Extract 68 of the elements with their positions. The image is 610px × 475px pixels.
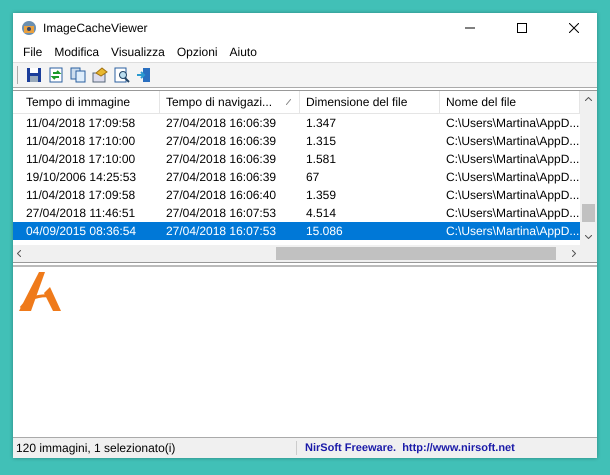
table-cell-text: 27/04/2018 16:06:39: [165, 133, 278, 150]
toolbar-button[interactable]: [114, 67, 130, 83]
toolbar-button[interactable]: [26, 67, 42, 83]
table-cell-text: 27/04/2018 16:06:39: [165, 115, 278, 132]
status-text: 120 immagini, 1 selezionato(i): [13, 441, 297, 455]
table-cell-text: C:\Users\Martina\AppD...: [445, 151, 580, 168]
table-cell-text: 27/04/2018 16:06:39: [165, 169, 278, 186]
exit-icon: [136, 67, 152, 83]
toolbar-button[interactable]: [48, 67, 64, 83]
table-cell-text: 27/04/2018 16:06:39: [165, 151, 278, 168]
table-cell-text: 11/04/2018 17:10:00: [25, 151, 136, 168]
table-row[interactable]: 19/10/2006 14:25:53 27/04/2018 16:06:39 67 C:\Users\Martina\AppD...: [13, 168, 580, 186]
menu-item[interactable]: Visualizza: [105, 45, 171, 59]
scroll-right-icon: [572, 250, 576, 257]
save-icon: [26, 67, 42, 83]
table-cell-text: 11/04/2018 17:09:58: [25, 115, 136, 132]
menu-item[interactable]: Aiuto: [224, 45, 263, 59]
credit-link[interactable]: NirSoft Freeware. http://www.nirsoft.net: [297, 442, 515, 454]
refresh-icon: [48, 67, 64, 83]
table-cell-text: C:\Users\Martina\AppD...: [445, 133, 580, 150]
table-cell-text: C:\Users\Martina\AppD...: [445, 187, 580, 204]
find-icon: [114, 67, 130, 83]
table-row[interactable]: 11/04/2018 17:09:58 27/04/2018 16:06:39 1.347 C:\Users\Martina\AppD...: [13, 114, 580, 132]
scroll-down-icon: [585, 235, 592, 239]
sort-indicator-icon: [286, 99, 292, 105]
table-cell-text: C:\Users\Martina\AppD...: [445, 223, 580, 240]
toolbar-button[interactable]: [136, 67, 152, 83]
table-row[interactable]: 11/04/2018 17:09:58 27/04/2018 16:06:40 1.359 C:\Users\Martina\AppD...: [13, 186, 580, 204]
table-cell-text: C:\Users\Martina\AppD...: [445, 169, 580, 186]
table-cell-text: 04/09/2015 08:36:54: [25, 223, 138, 240]
table-cell-text: 1.581: [305, 151, 338, 168]
horizontal-scrollbar[interactable]: [13, 245, 580, 262]
table-cell-text: 1.359: [305, 187, 338, 204]
close-icon: [569, 22, 579, 32]
table-cell-text: 15.086: [305, 223, 344, 240]
scroll-left-icon: [17, 250, 21, 257]
table-cell-text: 27/04/2018 16:07:53: [165, 223, 278, 240]
table-row[interactable]: 04/09/2015 08:36:54 27/04/2018 16:07:53 15.086 C:\Users\Martina\AppD...: [13, 222, 580, 240]
table-cell-text: 11/04/2018 17:10:00: [25, 133, 136, 150]
toolbar-button[interactable]: [70, 67, 86, 83]
table-cell-text: 11/04/2018 17:09:58: [25, 187, 136, 204]
table-cell-text: 27/04/2018 16:06:40: [165, 187, 278, 204]
app-icon: [21, 20, 37, 36]
table-cell-text: 27/04/2018 11:46:51: [25, 205, 136, 222]
table-cell-text: 19/10/2006 14:25:53: [25, 169, 138, 186]
table-cell-text: 27/04/2018 16:07:53: [165, 205, 278, 222]
table-cell-text: 1.315: [305, 133, 338, 150]
maximize-icon: [517, 22, 527, 32]
table-cell-text: 1.347: [305, 115, 338, 132]
properties-icon: [92, 67, 108, 83]
table-row[interactable]: 11/04/2018 17:10:00 27/04/2018 16:06:39 1.315 C:\Users\Martina\AppD...: [13, 132, 580, 150]
vertical-scrollbar[interactable]: [580, 91, 597, 245]
table-cell-text: 67: [305, 169, 320, 186]
table-row[interactable]: 11/04/2018 17:10:00 27/04/2018 16:06:39 1.581 C:\Users\Martina\AppD...: [13, 150, 580, 168]
copy-icon: [70, 67, 86, 83]
window-title: ImageCacheViewer: [43, 20, 149, 34]
menu-item[interactable]: File: [17, 45, 48, 59]
scrollbar-thumb[interactable]: [582, 204, 595, 222]
scrollbar-thumb[interactable]: [276, 247, 556, 260]
scroll-up-icon: [585, 97, 592, 101]
logo-drawing: [17, 271, 61, 311]
toolbar-button[interactable]: [92, 67, 108, 83]
menu-item[interactable]: Opzioni: [170, 45, 224, 59]
table-cell-text: C:\Users\Martina\AppD...: [445, 205, 580, 222]
menu-item[interactable]: Modifica: [48, 45, 106, 59]
table-cell-text: 4.514: [305, 205, 338, 222]
table-cell-text: C:\Users\Martina\AppD...: [445, 115, 580, 132]
table-row[interactable]: 27/04/2018 11:46:51 27/04/2018 16:07:53 4.514 C:\Users\Martina\AppD...: [13, 204, 580, 222]
